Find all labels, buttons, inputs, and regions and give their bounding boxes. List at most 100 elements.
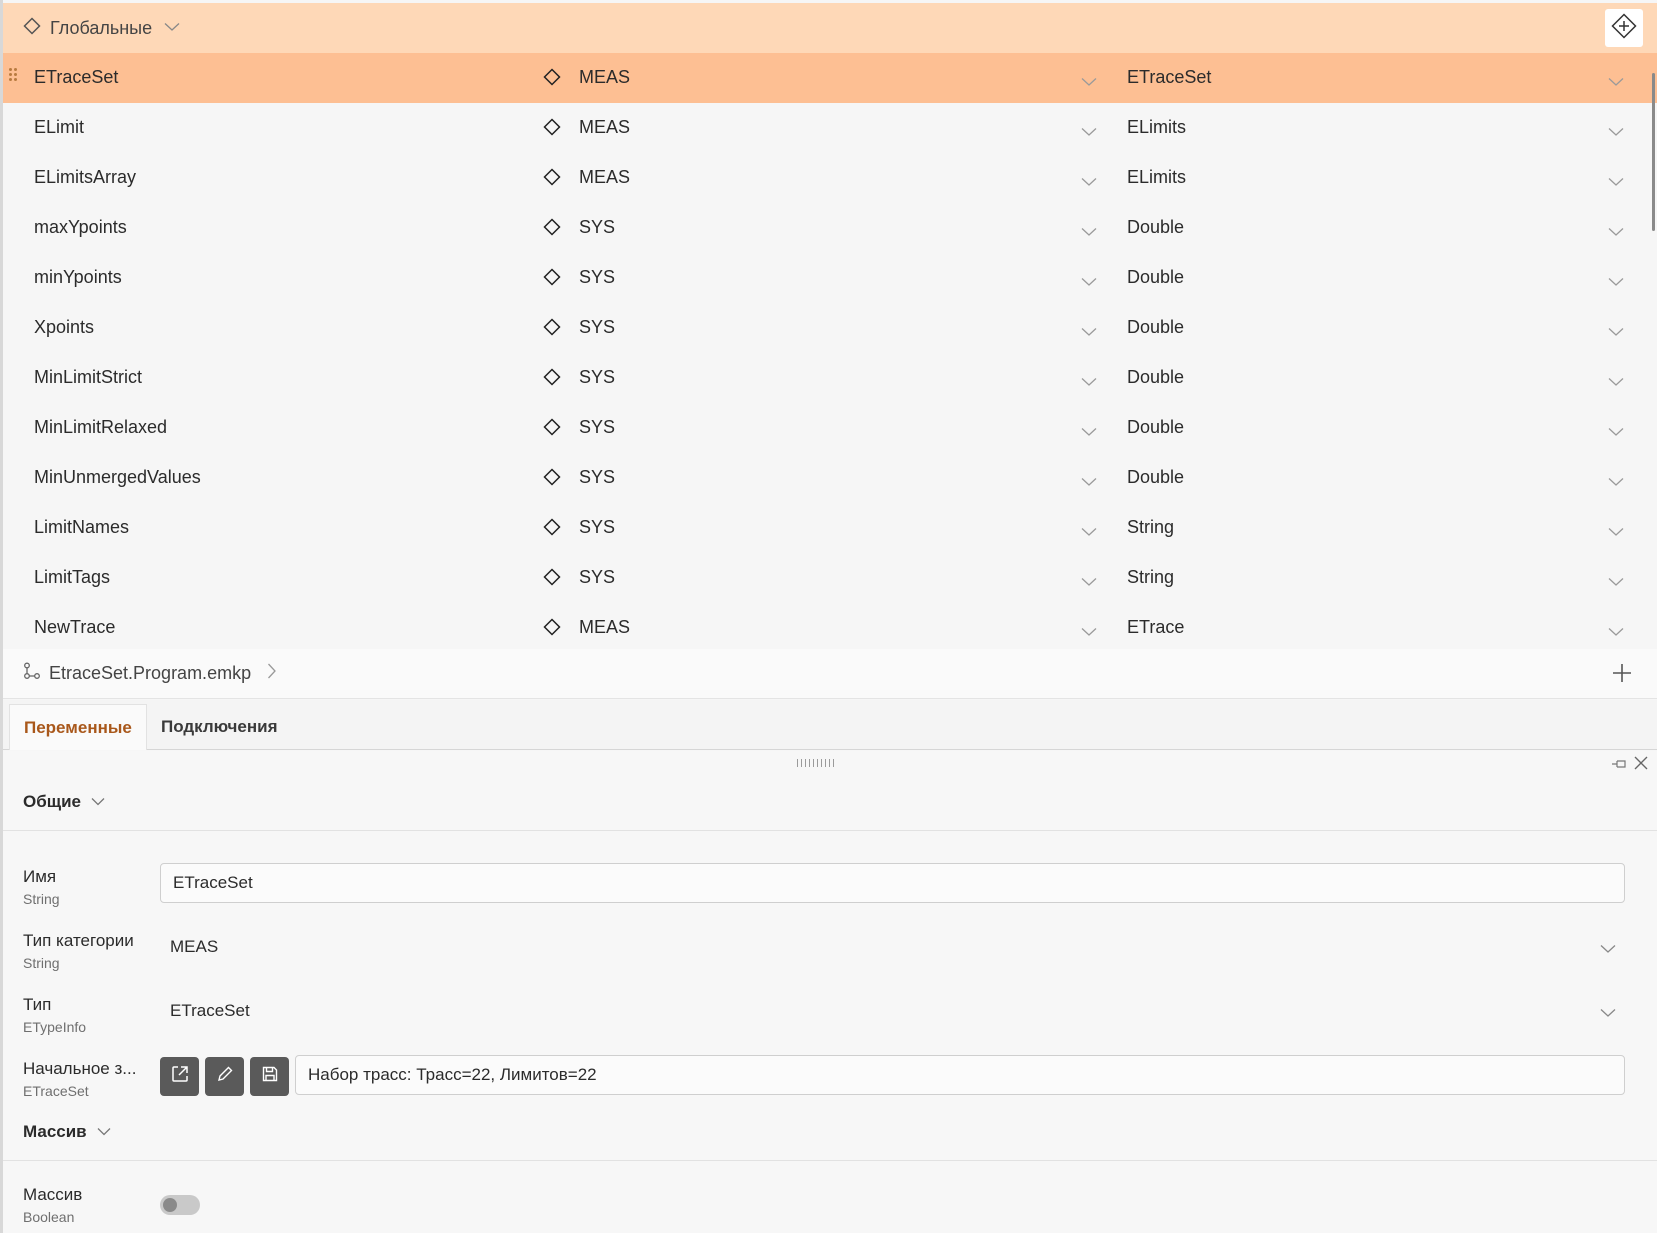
variable-category[interactable]: SYS (579, 517, 615, 538)
variable-type[interactable]: Double (1127, 217, 1184, 238)
chevron-down-icon[interactable] (1081, 271, 1097, 292)
variable-type[interactable]: Double (1127, 367, 1184, 388)
chevron-down-icon[interactable] (91, 793, 105, 811)
chevron-down-icon[interactable] (1600, 1005, 1616, 1023)
table-row[interactable]: NewTrace MEAS ETrace (3, 603, 1657, 649)
chevron-down-icon[interactable] (1081, 71, 1097, 92)
variable-name[interactable]: NewTrace (34, 617, 115, 638)
chevron-down-icon[interactable] (1081, 371, 1097, 392)
variable-name[interactable]: LimitTags (34, 567, 110, 588)
add-icon[interactable] (1611, 662, 1633, 689)
chevron-down-icon[interactable] (1081, 121, 1097, 142)
variable-type[interactable]: ELimits (1127, 117, 1186, 138)
variable-category[interactable]: MEAS (579, 67, 630, 88)
tab-variables[interactable]: Переменные (9, 704, 147, 750)
table-row[interactable]: maxYpoints SYS Double (3, 203, 1657, 253)
chevron-down-icon[interactable] (1608, 221, 1624, 242)
variable-type[interactable]: String (1127, 517, 1174, 538)
chevron-down-icon[interactable] (1608, 521, 1624, 542)
chevron-down-icon[interactable] (1608, 371, 1624, 392)
table-row[interactable]: LimitTags SYS String (3, 553, 1657, 603)
array-toggle[interactable] (160, 1195, 200, 1215)
variable-category[interactable]: SYS (579, 267, 615, 288)
edit-button[interactable] (205, 1057, 244, 1096)
tab-connections[interactable]: Подключения (147, 704, 292, 750)
scope-dropdown-label[interactable]: Глобальные (50, 18, 152, 39)
variable-category[interactable]: SYS (579, 367, 615, 388)
chevron-right-icon[interactable] (267, 663, 276, 684)
variable-category[interactable]: MEAS (579, 117, 630, 138)
chevron-down-icon[interactable] (1081, 321, 1097, 342)
table-scrollbar[interactable] (1652, 73, 1655, 231)
open-external-button[interactable] (160, 1057, 199, 1096)
chevron-down-icon[interactable] (1081, 571, 1097, 592)
variable-category[interactable]: MEAS (579, 617, 630, 638)
variable-type[interactable]: Double (1127, 417, 1184, 438)
prop-array-type: Boolean (23, 1209, 75, 1225)
variable-category[interactable]: SYS (579, 217, 615, 238)
variable-type[interactable]: ETraceSet (1127, 67, 1211, 88)
drag-handle-icon[interactable] (9, 68, 19, 84)
chevron-down-icon[interactable] (1608, 121, 1624, 142)
variable-name[interactable]: ETraceSet (34, 67, 118, 88)
variable-name[interactable]: MinLimitRelaxed (34, 417, 167, 438)
section-array-header[interactable]: Массив (3, 1103, 1657, 1161)
chevron-down-icon[interactable] (1081, 471, 1097, 492)
table-row[interactable]: ELimit MEAS ELimits (3, 103, 1657, 153)
variable-name[interactable]: MinUnmergedValues (34, 467, 201, 488)
type-select[interactable]: ETraceSet (170, 1001, 250, 1021)
chevron-down-icon[interactable] (1608, 71, 1624, 92)
variable-name[interactable]: ELimitsArray (34, 167, 136, 188)
variable-type[interactable]: Double (1127, 267, 1184, 288)
chevron-down-icon[interactable] (97, 1123, 111, 1141)
variable-type[interactable]: Double (1127, 317, 1184, 338)
chevron-down-icon[interactable] (1608, 271, 1624, 292)
chevron-down-icon[interactable] (1608, 171, 1624, 192)
variable-type[interactable]: String (1127, 567, 1174, 588)
chevron-down-icon[interactable] (1081, 521, 1097, 542)
toggle-knob (163, 1198, 177, 1212)
table-row[interactable]: LimitNames SYS String (3, 503, 1657, 553)
chevron-down-icon[interactable] (1608, 321, 1624, 342)
table-row[interactable]: ETraceSet MEAS ETraceSet (3, 53, 1657, 103)
diamond-icon (543, 618, 561, 641)
category-select[interactable]: MEAS (170, 937, 218, 957)
variable-name[interactable]: maxYpoints (34, 217, 127, 238)
resize-grip[interactable] (797, 759, 837, 767)
chevron-down-icon[interactable] (1608, 621, 1624, 642)
add-variable-button[interactable] (1605, 9, 1643, 47)
table-row[interactable]: MinLimitRelaxed SYS Double (3, 403, 1657, 453)
table-row[interactable]: minYpoints SYS Double (3, 253, 1657, 303)
name-input[interactable] (160, 863, 1625, 903)
chevron-down-icon[interactable] (1600, 941, 1616, 959)
table-row[interactable]: Xpoints SYS Double (3, 303, 1657, 353)
section-general-header[interactable]: Общие (3, 773, 1657, 831)
variable-name[interactable]: MinLimitStrict (34, 367, 142, 388)
table-row[interactable]: MinUnmergedValues SYS Double (3, 453, 1657, 503)
variable-name[interactable]: Xpoints (34, 317, 94, 338)
chevron-down-icon[interactable] (1608, 471, 1624, 492)
variable-category[interactable]: SYS (579, 467, 615, 488)
variable-category[interactable]: SYS (579, 417, 615, 438)
variable-type[interactable]: ETrace (1127, 617, 1184, 638)
variable-name[interactable]: LimitNames (34, 517, 129, 538)
chevron-down-icon[interactable] (164, 19, 180, 37)
variable-name[interactable]: minYpoints (34, 267, 122, 288)
variable-category[interactable]: SYS (579, 317, 615, 338)
save-button[interactable] (250, 1057, 289, 1096)
chevron-down-icon[interactable] (1608, 571, 1624, 592)
variable-category[interactable]: SYS (579, 567, 615, 588)
variable-category[interactable]: MEAS (579, 167, 630, 188)
chevron-down-icon[interactable] (1081, 171, 1097, 192)
chevron-down-icon[interactable] (1081, 221, 1097, 242)
table-row[interactable]: ELimitsArray MEAS ELimits (3, 153, 1657, 203)
initial-value-input[interactable] (295, 1055, 1625, 1095)
variable-type[interactable]: ELimits (1127, 167, 1186, 188)
table-row[interactable]: MinLimitStrict SYS Double (3, 353, 1657, 403)
file-name[interactable]: EtraceSet.Program.emkp (49, 663, 251, 684)
variable-type[interactable]: Double (1127, 467, 1184, 488)
chevron-down-icon[interactable] (1081, 421, 1097, 442)
variable-name[interactable]: ELimit (34, 117, 84, 138)
chevron-down-icon[interactable] (1081, 621, 1097, 642)
chevron-down-icon[interactable] (1608, 421, 1624, 442)
